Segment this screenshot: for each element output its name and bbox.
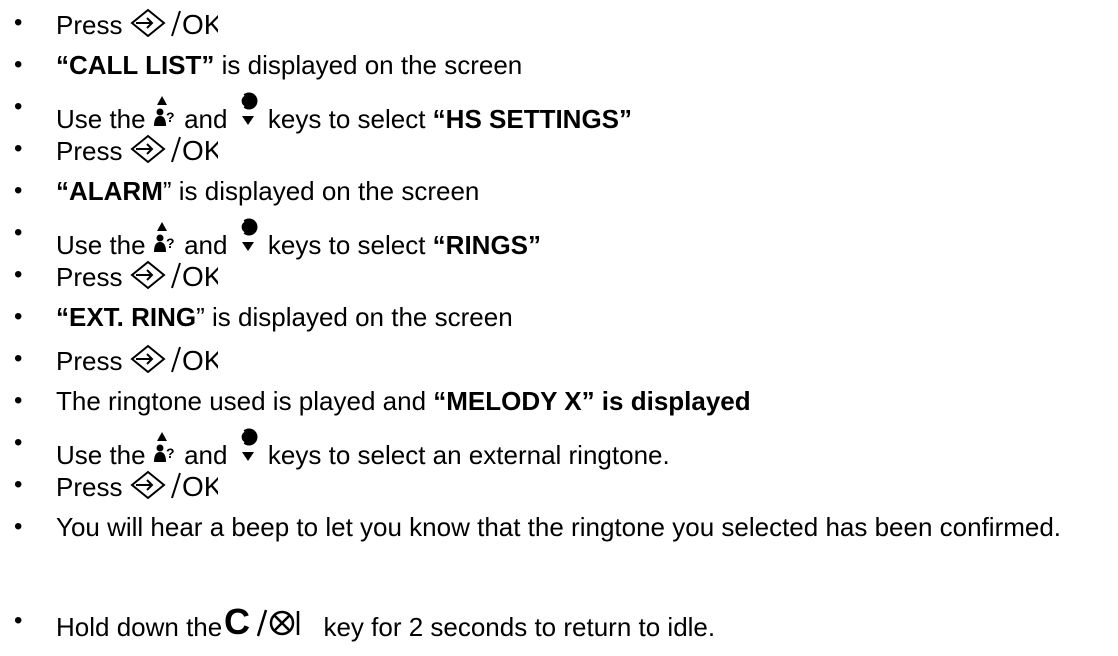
- down-key-icon: [235, 428, 261, 468]
- bullet: •: [14, 177, 23, 204]
- bullet: •: [14, 607, 23, 634]
- step-text: Press: [56, 262, 123, 292]
- clear-label: C: [224, 606, 250, 638]
- menu-name: “EXT. RING: [56, 302, 197, 332]
- up-key-icon: ?: [153, 96, 177, 132]
- step-text: Press: [56, 346, 123, 376]
- svg-text:?: ?: [166, 109, 175, 125]
- ok-label: OK: [182, 261, 218, 290]
- menu-name: “CALL LIST”: [56, 50, 215, 80]
- bullet: •: [14, 261, 23, 288]
- step-text: Use the: [56, 230, 146, 260]
- step-text: Use the: [56, 440, 146, 470]
- bullet: •: [14, 219, 23, 246]
- step-text: is displayed on the screen: [214, 50, 523, 80]
- bullet: •: [14, 93, 23, 120]
- step-text: keys to select: [260, 104, 433, 134]
- ok-label: OK: [182, 345, 218, 374]
- step-text: Use the: [56, 104, 146, 134]
- step-text: key for 2 seconds to return to idle.: [316, 612, 716, 642]
- down-key-icon: [235, 218, 261, 258]
- ok-key-icon: OK: [130, 8, 222, 40]
- step-text: Press: [56, 136, 123, 166]
- svg-text:?: ?: [166, 235, 175, 251]
- ok-label: OK: [182, 471, 218, 500]
- bullet: •: [14, 429, 23, 456]
- step-text: The ringtone used is played and: [56, 386, 434, 416]
- step-text: ” is displayed on the screen: [162, 176, 480, 206]
- step-text: Press: [56, 10, 123, 40]
- ok-key-icon: OK: [130, 470, 222, 502]
- display-text: “MELODY X” is displayed: [433, 386, 751, 416]
- step-text: keys to select: [260, 230, 433, 260]
- down-key-icon: [235, 92, 261, 132]
- ok-label: OK: [182, 9, 218, 38]
- menu-name: “ALARM: [56, 176, 163, 206]
- bullet: •: [14, 303, 23, 330]
- menu-name: “HS SETTINGS”: [432, 104, 633, 134]
- bullet: •: [14, 345, 23, 372]
- bullet: •: [14, 9, 23, 36]
- bullet: •: [14, 51, 23, 78]
- and-text: and: [184, 104, 228, 134]
- ok-key-icon: OK: [130, 134, 222, 166]
- bullet: •: [14, 135, 23, 162]
- ok-key-icon: OK: [130, 260, 222, 292]
- bullet: •: [14, 387, 23, 414]
- svg-text:?: ?: [166, 445, 175, 461]
- step-text: Press: [56, 472, 123, 502]
- ok-key-icon: OK: [130, 344, 222, 376]
- and-text: and: [184, 230, 228, 260]
- up-key-icon: ?: [153, 432, 177, 468]
- clear-key-icon: C: [222, 601, 316, 642]
- step-text: keys to select an external ringtone.: [260, 440, 670, 470]
- step-text: Hold down the: [56, 612, 223, 642]
- step-text: You will hear a beep to let you know tha…: [56, 512, 1062, 542]
- ok-label: OK: [182, 135, 218, 164]
- menu-name: “RINGS”: [432, 230, 542, 260]
- bullet: •: [14, 513, 23, 540]
- and-text: and: [184, 440, 228, 470]
- step-text: ” is displayed on the screen: [196, 302, 513, 332]
- up-key-icon: ?: [153, 222, 177, 258]
- bullet: •: [14, 471, 23, 498]
